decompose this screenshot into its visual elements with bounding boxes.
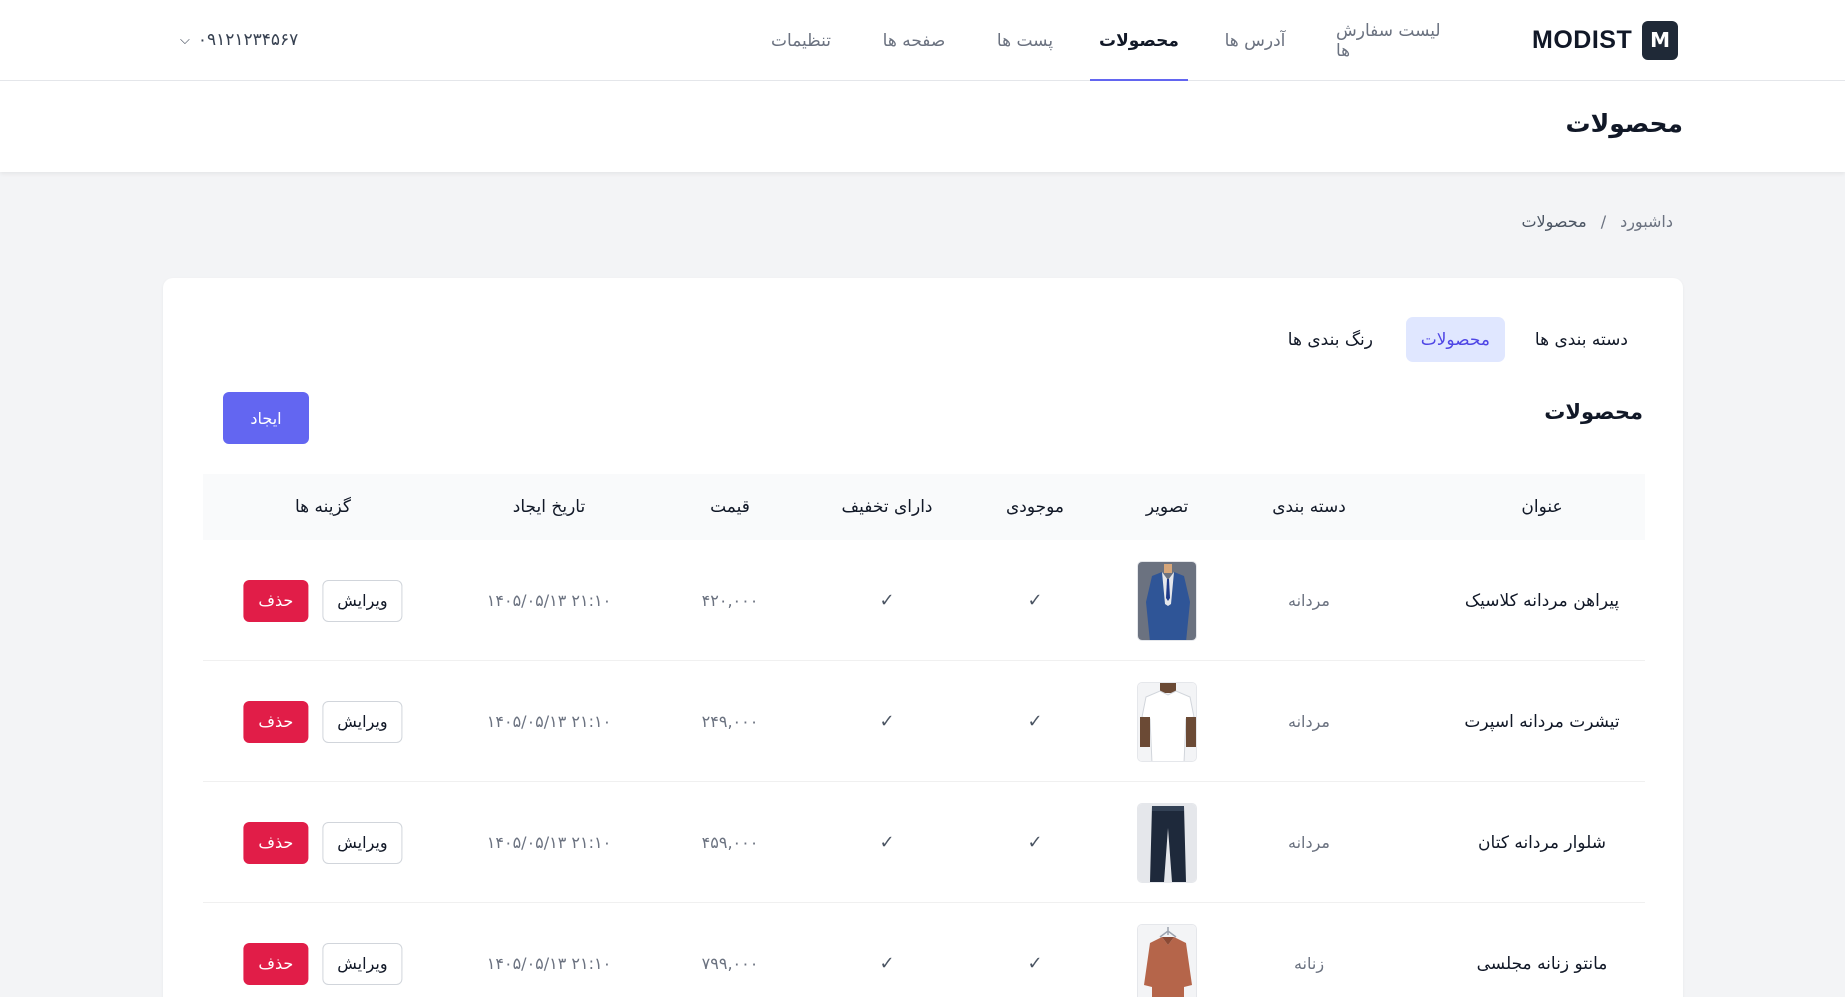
logo-text: MODIST (1532, 25, 1633, 54)
create-button[interactable]: ایجاد (223, 392, 309, 444)
section-title: محصولات (1544, 400, 1643, 424)
row-actions: حذف ویرایش (243, 661, 403, 782)
nav-addresses[interactable]: آدرس ها (1222, 0, 1288, 81)
product-title: تیشرت مردانه اسپرت (1464, 711, 1620, 732)
column-category: دسته بندی (1272, 497, 1346, 517)
nav-pages[interactable]: صفحه ها (880, 0, 948, 81)
stock-check-icon: ✓ (1027, 832, 1043, 853)
table-row: تیشرت مردانه اسپرت مردانه ✓ ✓ ۲۴۹,۰۰۰ ۱۴… (203, 661, 1645, 782)
breadcrumb-current: محصولات (1521, 212, 1587, 231)
product-created: ۱۴۰۵/۰۵/۱۳ ۲۱:۱۰ (486, 591, 612, 610)
user-menu[interactable]: ⌵ ۰۹۱۲۱۲۳۴۵۶۷ (180, 24, 298, 56)
edit-button[interactable]: ویرایش (322, 700, 403, 743)
row-actions: حذف ویرایش (243, 540, 403, 661)
nav-posts[interactable]: پست ها (994, 0, 1056, 81)
edit-button[interactable]: ویرایش (322, 579, 403, 622)
product-created: ۱۴۰۵/۰۵/۱۳ ۲۱:۱۰ (486, 833, 612, 852)
top-navbar: M MODIST لیست سفارش ها آدرس ها محصولات پ… (0, 0, 1845, 81)
product-thumbnail-tshirt (1137, 681, 1197, 762)
product-title: پیراهن مردانه کلاسیک (1464, 590, 1620, 611)
delete-button[interactable]: حذف (243, 579, 309, 622)
delete-button[interactable]: حذف (243, 942, 309, 985)
delete-button[interactable]: حذف (243, 821, 309, 864)
brand-logo[interactable]: M MODIST (1532, 20, 1678, 60)
discount-check-icon: ✓ (879, 832, 895, 853)
product-price: ۴۵۹,۰۰۰ (701, 833, 759, 852)
product-price: ۷۹۹,۰۰۰ (701, 954, 759, 973)
table-row: شلوار مردانه کتان مردانه ✓ ✓ ۴۵۹,۰۰۰ ۱۴۰… (203, 782, 1645, 903)
column-created: تاریخ ایجاد (512, 497, 586, 517)
product-title: مانتو زنانه مجلسی (1476, 953, 1608, 974)
user-phone: ۰۹۱۲۱۲۳۴۵۶۷ (197, 30, 299, 50)
tab-colors[interactable]: رنگ بندی ها (1273, 317, 1388, 362)
product-image-cell (1137, 661, 1197, 782)
chevron-down-icon: ⌵ (180, 32, 190, 48)
table-header: عنوان دسته بندی تصویر موجودی دارای تخفیف… (203, 474, 1645, 540)
discount-check-icon: ✓ (879, 953, 895, 974)
product-thumbnail-suit (1137, 560, 1197, 641)
delete-button[interactable]: حذف (243, 700, 309, 743)
stock-check-icon: ✓ (1027, 953, 1043, 974)
product-category: زنانه (1293, 954, 1325, 973)
column-image: تصویر (1145, 497, 1189, 517)
logo-mark: M (1642, 20, 1678, 60)
nav-settings[interactable]: تنظیمات (770, 0, 832, 81)
row-actions: حذف ویرایش (243, 903, 403, 997)
column-title: عنوان (1521, 497, 1563, 517)
product-title: شلوار مردانه کتان (1478, 832, 1606, 853)
product-image-cell (1137, 782, 1197, 903)
table-row: مانتو زنانه مجلسی زنانه ✓ ✓ ۷۹۹,۰۰۰ ۱۴۰۵… (203, 903, 1645, 997)
row-actions: حذف ویرایش (243, 782, 403, 903)
stock-check-icon: ✓ (1027, 711, 1043, 732)
breadcrumb-dashboard[interactable]: داشبورد (1620, 212, 1673, 231)
product-category: مردانه (1288, 833, 1330, 852)
nav-orders[interactable]: لیست سفارش ها (1336, 0, 1458, 81)
column-options: گزینه ها (295, 497, 351, 517)
column-stock: موجودی (1005, 497, 1065, 517)
product-category: مردانه (1288, 712, 1330, 731)
discount-check-icon: ✓ (879, 711, 895, 732)
product-price: ۴۲۰,۰۰۰ (701, 591, 759, 610)
page-title: محصولات (1565, 109, 1683, 138)
product-created: ۱۴۰۵/۰۵/۱۳ ۲۱:۱۰ (486, 954, 612, 973)
product-image-cell (1137, 903, 1197, 997)
product-price: ۲۴۹,۰۰۰ (701, 712, 759, 731)
breadcrumb: داشبورد / محصولات (1521, 212, 1673, 231)
product-category: مردانه (1288, 591, 1330, 610)
edit-button[interactable]: ویرایش (322, 821, 403, 864)
tab-products[interactable]: محصولات (1405, 317, 1505, 362)
stock-check-icon: ✓ (1027, 590, 1043, 611)
tab-categories[interactable]: دسته بندی ها (1520, 317, 1643, 362)
table-row: پیراهن مردانه کلاسیک مردانه ✓ ✓ ۴۲۰,۰۰۰ … (203, 540, 1645, 661)
page-header: محصولات (0, 81, 1845, 172)
product-thumbnail-coat (1137, 923, 1197, 997)
discount-check-icon: ✓ (879, 590, 895, 611)
column-discount: دارای تخفیف (841, 497, 933, 517)
product-created: ۱۴۰۵/۰۵/۱۳ ۲۱:۱۰ (486, 712, 612, 731)
edit-button[interactable]: ویرایش (322, 942, 403, 985)
breadcrumb-separator: / (1600, 212, 1607, 231)
products-card: دسته بندی ها محصولات رنگ بندی ها محصولات… (163, 278, 1683, 997)
product-thumbnail-pants (1137, 802, 1197, 883)
column-price: قیمت (710, 497, 750, 517)
nav-products[interactable]: محصولات (1090, 0, 1188, 81)
product-image-cell (1137, 540, 1197, 661)
